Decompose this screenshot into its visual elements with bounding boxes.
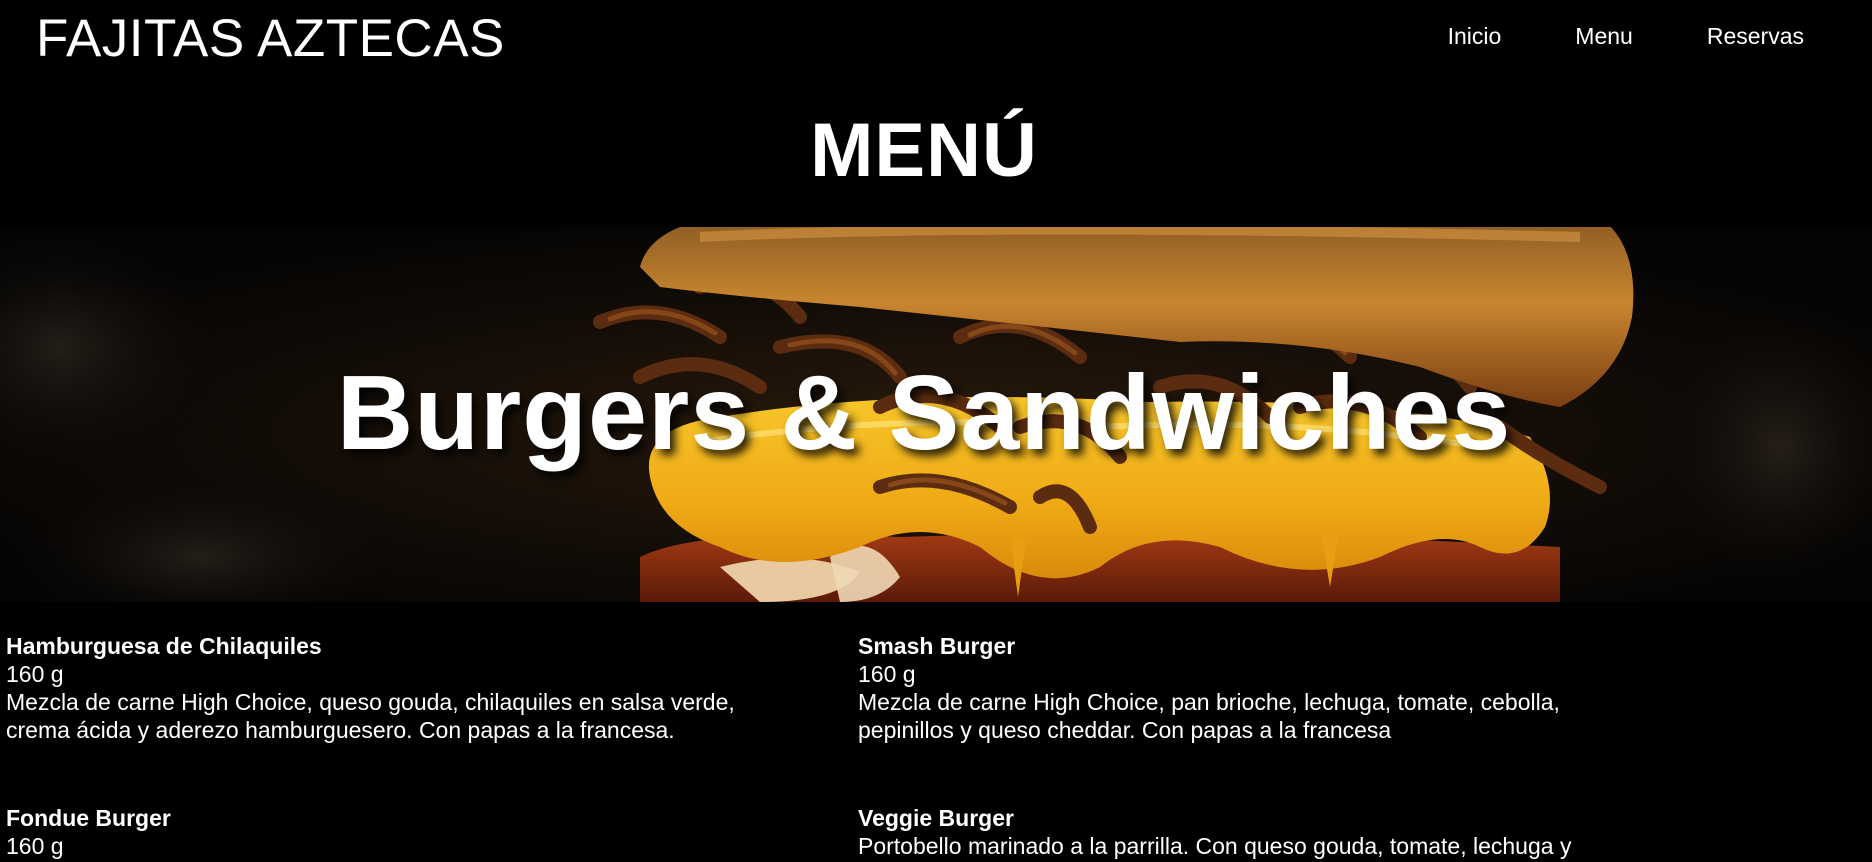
- nav-link-menu[interactable]: Menu: [1575, 22, 1633, 50]
- item-description: Portobello marinado a la parrilla. Con q…: [858, 833, 1572, 859]
- hero-title: Burgers & Sandwiches: [336, 354, 1512, 472]
- main-nav: Inicio Menu Reservas: [1374, 22, 1804, 50]
- menu-item: Veggie Burger Portobello marinado a la p…: [858, 804, 1638, 860]
- item-name: Hamburguesa de Chilaquiles: [6, 633, 322, 659]
- menu-item: Hamburguesa de Chilaquiles 160 g Mezcla …: [6, 632, 786, 744]
- site-header: FAJITAS AZTECAS Inicio Menu Reservas: [0, 0, 1872, 74]
- item-description: Mezcla de carne High Choice, pan brioche…: [858, 689, 1560, 743]
- menu-item: Smash Burger 160 g Mezcla de carne High …: [858, 632, 1638, 744]
- menu-item: Fondue Burger 160 g: [6, 804, 786, 860]
- item-weight: 160 g: [6, 661, 64, 687]
- item-name: Fondue Burger: [6, 805, 171, 831]
- item-name: Smash Burger: [858, 633, 1016, 659]
- nav-link-inicio[interactable]: Inicio: [1448, 22, 1502, 50]
- nav-link-reservas[interactable]: Reservas: [1707, 22, 1804, 50]
- item-weight: 160 g: [6, 833, 64, 859]
- item-name: Veggie Burger: [858, 805, 1014, 831]
- brand-logo[interactable]: FAJITAS AZTECAS: [36, 10, 505, 68]
- page-title: MENÚ: [810, 108, 1038, 193]
- hero-banner: Burgers & Sandwiches: [0, 227, 1872, 602]
- item-weight: 160 g: [858, 661, 916, 687]
- page: FAJITAS AZTECAS Inicio Menu Reservas MEN…: [0, 0, 1872, 862]
- item-description: Mezcla de carne High Choice, queso gouda…: [6, 689, 735, 743]
